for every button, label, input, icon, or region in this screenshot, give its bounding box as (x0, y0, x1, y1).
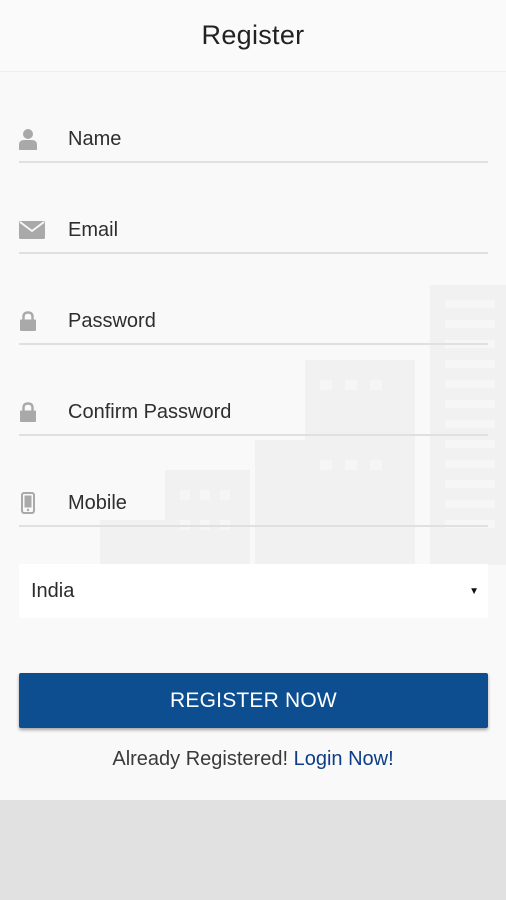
email-input[interactable] (68, 215, 468, 245)
mobile-input[interactable] (68, 488, 468, 518)
country-select-value: India (31, 579, 75, 602)
lock-icon (19, 401, 37, 423)
login-prompt: Already Registered! Login Now! (0, 748, 506, 778)
confirm-password-input[interactable] (68, 397, 468, 427)
envelope-icon (19, 219, 45, 241)
dropdown-caret-icon: ▼ (469, 585, 479, 597)
password-input[interactable] (68, 306, 468, 336)
login-now-link[interactable]: Login Now! (294, 748, 394, 770)
lock-icon (19, 310, 37, 332)
register-now-button[interactable]: REGISTER NOW (19, 673, 488, 728)
phone-icon (19, 492, 37, 514)
page-title: Register (201, 20, 305, 50)
password-field[interactable] (19, 299, 488, 345)
app-header: Register (0, 0, 506, 72)
confirm-password-field[interactable] (19, 390, 488, 436)
already-registered-text: Already Registered! (112, 748, 289, 770)
bottom-blank-area (0, 800, 506, 900)
email-field[interactable] (19, 208, 488, 254)
user-icon (19, 128, 37, 150)
name-field[interactable] (19, 117, 488, 163)
register-screen: Register Name Email Mobile India ▼ REGIS… (0, 0, 506, 800)
country-select[interactable]: India ▼ (19, 564, 488, 618)
mobile-field[interactable] (19, 481, 488, 527)
name-input[interactable] (68, 124, 468, 154)
